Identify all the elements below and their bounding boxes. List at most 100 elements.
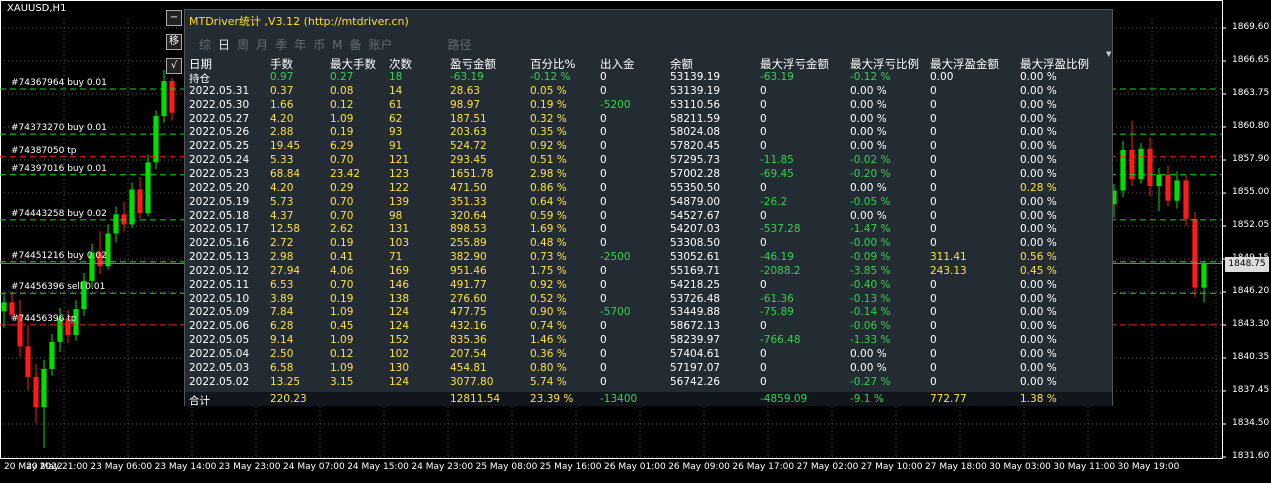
path-tab[interactable]: 路径 [448,38,472,52]
table-cell: 1.46 % [530,334,567,347]
table-cell: 2022.05.10 [189,292,250,305]
total-cell: 220.23 [270,393,307,405]
table-cell: -11.85 [760,154,794,167]
scroll-down-icon[interactable]: ▼ [1106,50,1111,58]
table-cell: -3.85 % [850,264,891,277]
table-cell: 0.00 % [850,98,887,111]
column-header: 余额 [670,57,693,71]
tab-2[interactable]: 周 [237,38,249,52]
table-cell: 2022.05.23 [189,167,250,180]
current-price-box: 1848.75 [1225,257,1269,272]
time-tick-label: 24 May 23:00 [411,462,474,472]
tab-3[interactable]: 月 [256,38,268,52]
table-cell: 57197.07 [670,361,721,374]
tab-1[interactable]: 日 [218,38,230,52]
tab-9[interactable]: 账户 [368,38,392,52]
total-cell: -4859.09 [760,393,808,405]
table-cell: 4.37 [270,209,294,222]
tab-0[interactable]: 综 [199,38,211,52]
table-cell: 53052.61 [670,251,721,264]
table-cell: 0.70 [330,154,354,167]
table-cell: 0 [760,84,767,97]
price-tick-label: 1855.00 [1232,187,1270,197]
table-cell: 207.54 [450,348,487,360]
tab-4[interactable]: 季 [275,38,287,52]
table-cell: 2022.05.05 [189,334,250,347]
table-cell: -1.47 % [850,223,891,236]
table-cell: 0 [600,237,607,250]
time-tick-label: 27 May 02:00 [796,462,859,472]
table-cell: 103 [389,237,410,250]
table-cell: 58672.13 [670,320,721,333]
tab-7[interactable]: M [332,38,342,52]
table-cell: 0 [930,375,937,388]
table-cell: 0.00 % [1020,334,1057,347]
table-cell: 2022.05.03 [189,361,250,374]
table-cell: 2022.05.27 [189,112,250,125]
table-cell: 4.20 [270,181,294,194]
table-cell: 2022.05.25 [189,140,250,153]
table-cell: -0.06 % [850,320,891,333]
table-cell: 124 [389,320,410,333]
table-cell: 2022.05.19 [189,195,250,208]
table-cell: 121 [389,154,410,167]
time-tick-label: 23 May 14:00 [154,462,217,472]
table-cell: 0 [600,167,607,180]
table-cell: 0.00 % [1020,223,1057,236]
table-cell: 23.42 [330,167,361,180]
time-tick-label: 26 May 17:00 [732,462,795,472]
table-cell: 0.70 [330,195,354,208]
table-cell: 28.63 [450,84,481,97]
table-cell: 0.00 % [1020,278,1057,291]
table-cell: 0 [760,112,767,125]
time-tick-label: 27 May 18:00 [925,462,987,472]
tab-6[interactable]: 币 [313,38,325,52]
table-cell: 0 [600,195,607,208]
table-cell: 0 [930,195,937,208]
table-cell: 0.19 [330,292,354,305]
order-label: #74373270 buy 0.01 [11,123,107,134]
table-cell: 0 [600,181,607,194]
table-cell: 2022.05.30 [189,98,250,111]
check-icon[interactable]: √ [166,58,182,74]
table-cell: 124 [389,306,410,319]
total-cell: -13400 [600,393,638,405]
tab-5[interactable]: 年 [294,38,306,52]
price-tick-label: 1846.20 [1232,286,1270,296]
order-label: #74456396 tp [11,313,77,324]
table-cell: 53110.56 [670,98,721,111]
table-cell: 139 [389,195,410,208]
total-cell: 合计 [189,395,210,407]
table-cell: 0.45 % [1020,264,1057,277]
order-label: #74451216 buy 0.02 [11,250,107,261]
column-header: 最大浮亏金额 [760,57,829,71]
table-cell: 0 [930,334,937,347]
table-cell: 0.12 [330,348,354,360]
table-cell: -26.2 [760,195,788,208]
table-cell: 0 [930,126,937,139]
column-header: 最大手数 [330,57,376,71]
candle-body [129,189,135,225]
table-cell: 3.89 [270,292,294,305]
table-cell: 0.00 % [1020,126,1057,139]
chart-tool-icon[interactable]: 移 [166,34,182,50]
table-cell: 0 [930,361,937,374]
table-cell: 0 [760,278,767,291]
table-cell: 58024.08 [670,126,721,139]
table-cell: -0.13 % [850,292,891,305]
table-cell: -63.19 [450,71,484,83]
time-tick-label: 26 May 01:00 [604,462,666,472]
table-cell: 0.97 [270,71,294,83]
table-cell: 0 [600,292,607,305]
table-cell: 951.46 [450,264,487,277]
table-cell: 2022.05.09 [189,306,250,319]
tab-8[interactable]: 备 [349,38,361,52]
price-tick-label: 1837.45 [1232,385,1270,395]
minimize-icon[interactable]: − [166,10,182,26]
table-cell: 0 [930,348,937,360]
candle-body [1120,149,1126,191]
order-label: #74397016 buy 0.01 [11,163,107,174]
table-cell: 351.33 [450,195,487,208]
order-label: #74456396 sell 0.01 [11,282,106,293]
column-header: 最大浮盈比例 [1020,57,1089,71]
